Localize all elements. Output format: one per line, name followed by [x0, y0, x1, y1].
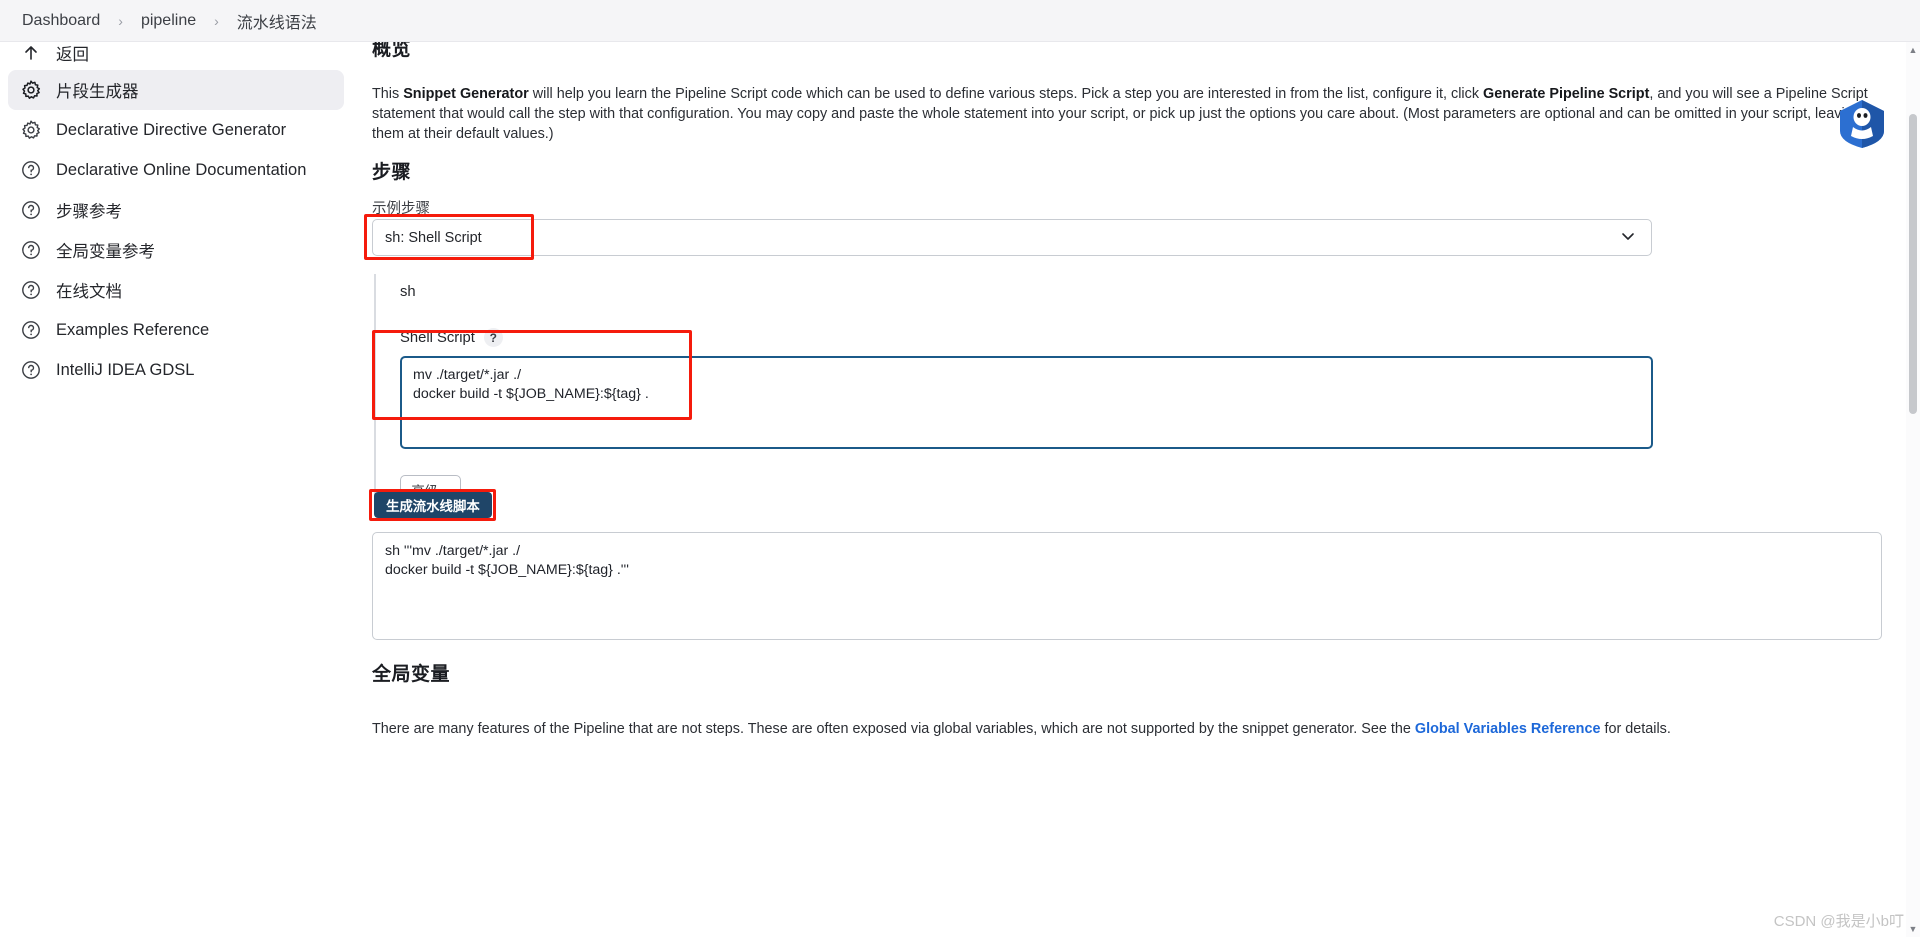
sample-step-selected-value: sh: Shell Script	[385, 229, 482, 246]
sidebar-item-label: IntelliJ IDEA GDSL	[56, 360, 195, 379]
gv-text-2: for details.	[1600, 721, 1671, 738]
jenkins-logo-icon	[1836, 98, 1888, 150]
question-icon	[20, 319, 42, 341]
overview-text-1: This	[372, 86, 404, 103]
sidebar-item-label: 全局变量参考	[56, 243, 155, 261]
sidebar-item-declarative-online-documentation[interactable]: Declarative Online Documentation	[8, 150, 344, 190]
main-content: 概览 This Snippet Generator will help you …	[352, 42, 1920, 937]
scroll-down-arrow-icon[interactable]: ▼	[1906, 921, 1920, 937]
sample-step-select-wrapper: sh: Shell Script	[372, 219, 1652, 256]
overview-text-2: will help you learn the Pipeline Script …	[528, 86, 1484, 103]
chevron-down-icon	[1619, 227, 1637, 249]
sidebar-item-label: 返回	[56, 46, 89, 64]
breadcrumb: Dashboard › pipeline › 流水线语法	[0, 0, 1920, 42]
sidebar-item-examples-reference[interactable]: Examples Reference	[8, 310, 344, 350]
scrollbar-thumb[interactable]	[1909, 114, 1917, 414]
sample-step-select[interactable]: sh: Shell Script	[372, 219, 1652, 256]
gear-icon	[20, 79, 42, 101]
overview-bold-1: Snippet Generator	[403, 86, 529, 103]
gv-text-1: There are many features of the Pipeline …	[372, 721, 1415, 738]
sidebar-item-global-variable-reference[interactable]: 全局变量参考	[8, 230, 344, 270]
steps-heading: 步骤	[372, 162, 412, 183]
global-variables-paragraph: There are many features of the Pipeline …	[372, 719, 1882, 739]
overview-paragraph: This Snippet Generator will help you lea…	[372, 84, 1882, 144]
gear-icon	[20, 119, 42, 141]
sidebar-item-label: Examples Reference	[56, 320, 210, 339]
generate-pipeline-script-button[interactable]: 生成流水线脚本	[374, 492, 492, 518]
sidebar-item-step-reference[interactable]: 步骤参考	[8, 190, 344, 230]
up-arrow-icon	[20, 42, 42, 64]
sidebar-item-online-documentation[interactable]: 在线文档	[8, 270, 344, 310]
overview-bold-2: Generate Pipeline Script	[1483, 86, 1650, 103]
sidebar-item-label: 片段生成器	[56, 83, 139, 101]
question-icon	[20, 359, 42, 381]
breadcrumb-item-dashboard[interactable]: Dashboard	[16, 10, 106, 32]
step-name-label: sh	[400, 284, 416, 300]
question-icon	[20, 199, 42, 221]
global-variables-heading: 全局变量	[372, 664, 451, 685]
page-scrollbar[interactable]: ▲ ▼	[1906, 42, 1920, 937]
sidebar-item-declarative-directive-generator[interactable]: Declarative Directive Generator	[8, 110, 344, 150]
sidebar-item-intellij-idea-gdsl[interactable]: IntelliJ IDEA GDSL	[8, 350, 344, 390]
sidebar-item-label: 在线文档	[56, 283, 122, 301]
sidebar: 返回 片段生成器 Declarative Directive Generator	[0, 42, 352, 937]
sidebar-item-snippet-generator[interactable]: 片段生成器	[8, 70, 344, 110]
step-detail-panel: sh Shell Script ? 高级...	[374, 274, 1664, 504]
question-icon	[20, 159, 42, 181]
global-variables-reference-link[interactable]: Global Variables Reference	[1415, 721, 1601, 737]
shell-script-input[interactable]	[400, 356, 1653, 449]
sample-step-label: 示例步骤	[372, 201, 430, 217]
shell-script-label-text: Shell Script	[400, 329, 475, 346]
overview-heading: 概览	[372, 42, 412, 60]
breadcrumb-item-pipeline[interactable]: pipeline	[135, 10, 202, 32]
generated-script-output[interactable]	[372, 532, 1882, 640]
breadcrumb-separator-icon: ›	[214, 12, 219, 29]
breadcrumb-separator-icon: ›	[118, 12, 123, 29]
shell-script-field-label: Shell Script ?	[400, 328, 1664, 347]
help-icon[interactable]: ?	[483, 328, 503, 347]
sidebar-item-label: Declarative Online Documentation	[56, 160, 307, 179]
breadcrumb-item-pipeline-syntax[interactable]: 流水线语法	[231, 7, 323, 35]
sidebar-item-label: Declarative Directive Generator	[56, 120, 287, 139]
watermark: CSDN @我是小b叮	[1773, 913, 1904, 930]
question-icon	[20, 279, 42, 301]
sidebar-item-label: 步骤参考	[56, 203, 122, 221]
question-icon	[20, 239, 42, 261]
scroll-up-arrow-icon[interactable]: ▲	[1906, 42, 1920, 58]
